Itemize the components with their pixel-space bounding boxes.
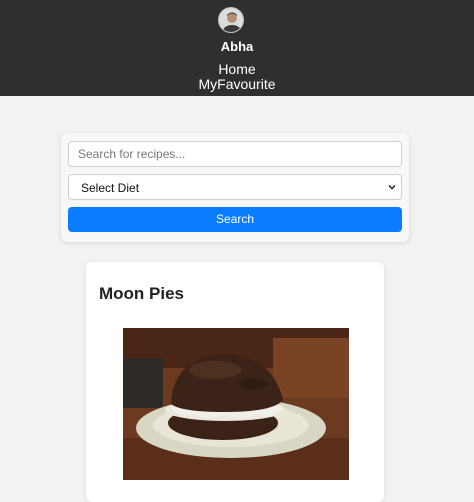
moon-pie-photo [123,328,349,480]
nav-home-link[interactable]: Home [0,61,474,77]
search-button[interactable]: Search [68,207,402,232]
search-panel: Select Diet Search [61,133,409,242]
nav-myfavourite-link[interactable]: MyFavourite [0,76,474,92]
recipe-search-input[interactable] [68,141,402,167]
diet-select-value: Select Diet [81,181,140,195]
user-name: Abha [220,39,254,54]
avatar-portrait-icon [219,8,243,32]
user-avatar[interactable] [218,7,244,33]
top-header: Abha Home MyFavourite [0,0,474,96]
chevron-down-icon [388,184,396,190]
diet-select-dropdown[interactable]: Select Diet [68,174,402,200]
recipe-card[interactable]: Moon Pies [86,262,384,502]
recipe-title[interactable]: Moon Pies [99,284,184,304]
recipe-image[interactable] [123,328,349,480]
